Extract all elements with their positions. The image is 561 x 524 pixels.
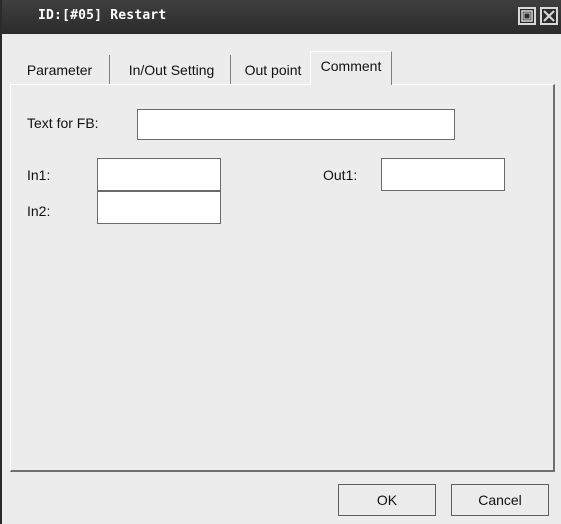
in1-input[interactable]	[97, 158, 221, 191]
tab-comment[interactable]: Comment	[310, 51, 392, 85]
in2-label: In2:	[27, 203, 51, 219]
maximize-button[interactable]	[518, 7, 536, 25]
text-for-fb-input[interactable]	[137, 109, 455, 140]
out1-label: Out1:	[323, 167, 358, 183]
in1-label: In1:	[27, 167, 51, 183]
close-button[interactable]	[540, 7, 558, 25]
maximize-icon	[521, 10, 533, 22]
tab-in-out-setting[interactable]: In/Out Setting	[113, 55, 231, 85]
cancel-button[interactable]: Cancel	[451, 484, 549, 516]
ok-button[interactable]: OK	[338, 484, 436, 516]
window-title: ID:[#05] Restart	[38, 8, 167, 23]
tab-out-point[interactable]: Out point	[234, 55, 313, 85]
out1-input[interactable]	[381, 158, 505, 191]
title-bar[interactable]: ID:[#05] Restart	[2, 0, 561, 34]
close-icon	[543, 10, 555, 22]
comment-panel: Text for FB: In1: In2: Out1:	[10, 84, 555, 472]
text-for-fb-label: Text for FB:	[27, 115, 99, 131]
tab-parameter[interactable]: Parameter	[10, 55, 110, 85]
in2-input[interactable]	[97, 191, 221, 224]
dialog-window: ID:[#05] Restart Parameter In/Out Settin…	[0, 0, 561, 524]
